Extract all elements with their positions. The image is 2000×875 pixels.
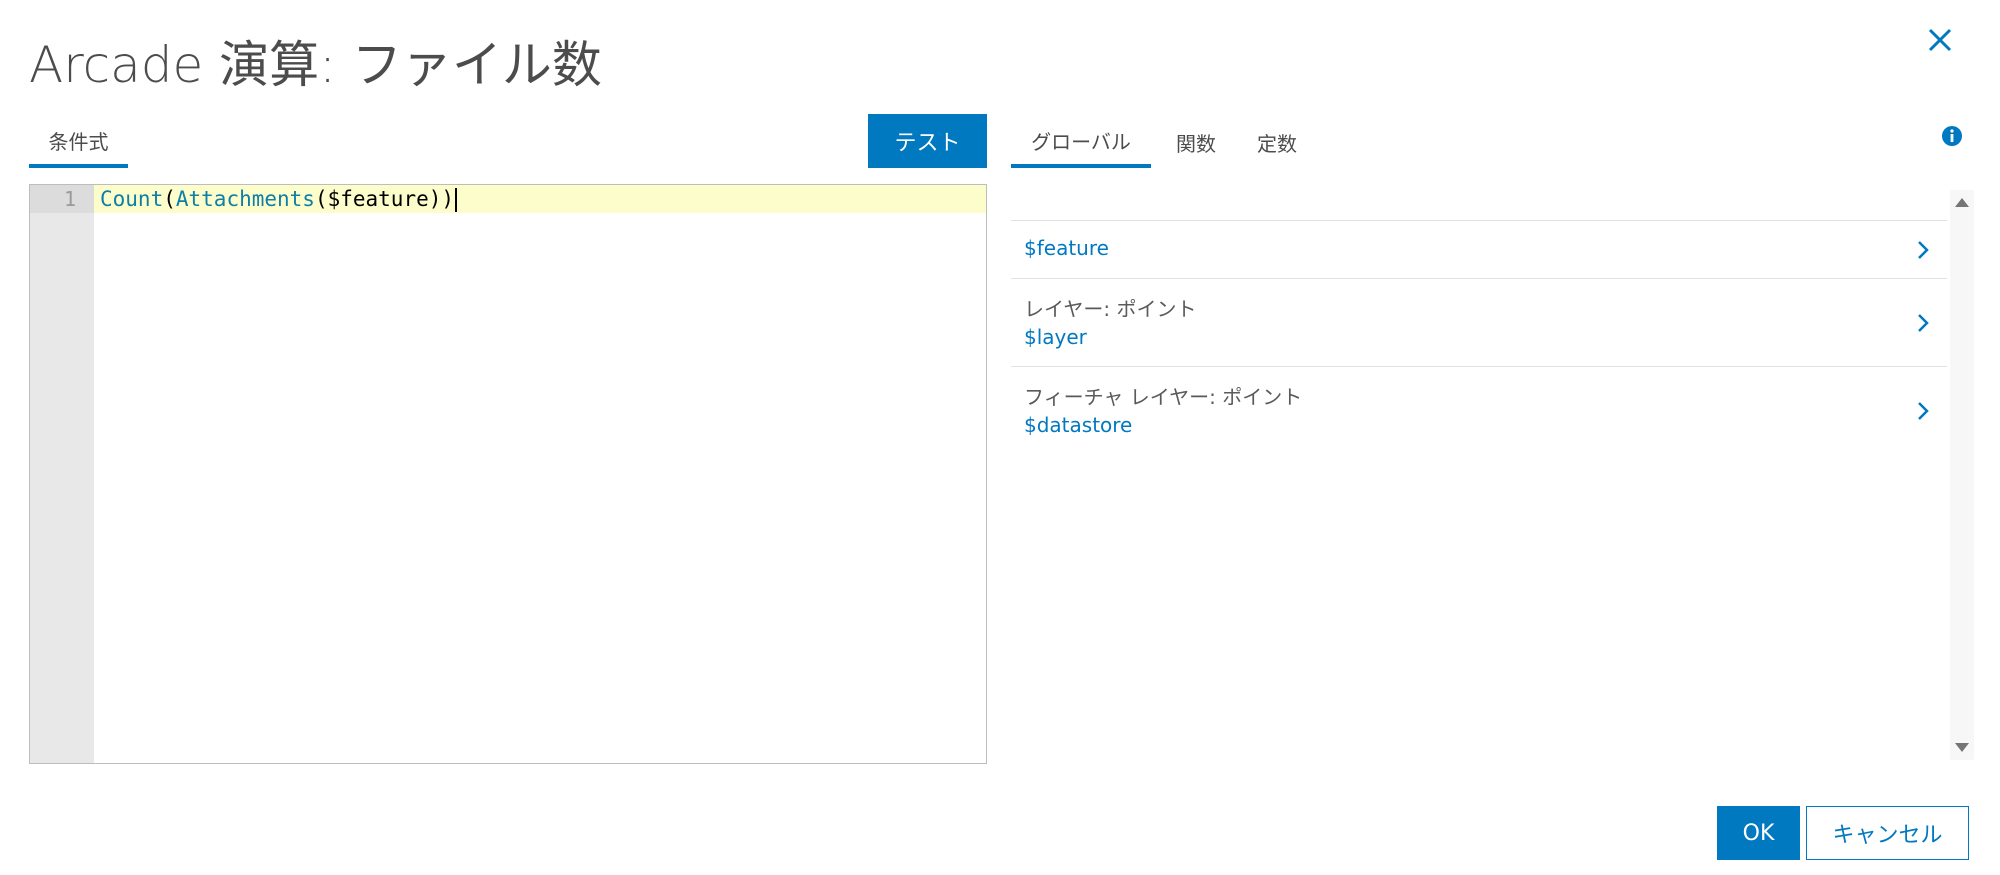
- test-button[interactable]: テスト: [868, 114, 987, 168]
- list-item-datastore[interactable]: フィーチャ レイヤー: ポイント $datastore: [1011, 366, 1947, 454]
- chevron-right-icon: [1915, 399, 1931, 423]
- chevron-right-icon: [1915, 238, 1931, 262]
- global-variable-name: $layer: [1024, 325, 1087, 349]
- tab-expression[interactable]: 条件式: [29, 116, 128, 168]
- info-icon[interactable]: [1941, 125, 1963, 147]
- global-variable-name: $feature: [1024, 236, 1109, 260]
- chevron-right-icon: [1915, 311, 1931, 335]
- globals-list: $feature レイヤー: ポイント $layer フィーチャ レイヤー: ポ…: [1011, 220, 1947, 454]
- global-variable-caption: レイヤー: ポイント: [1024, 297, 1197, 321]
- globals-scrollbar[interactable]: [1950, 190, 1974, 760]
- code-token-attachments: Attachments: [175, 187, 315, 211]
- cancel-button[interactable]: キャンセル: [1806, 806, 1969, 860]
- arcade-expression-dialog: Arcade 演算: ファイル数 条件式 テスト 1 Count(Attachm…: [0, 0, 2000, 875]
- global-variable-name: $datastore: [1024, 413, 1133, 437]
- tab-functions[interactable]: 関数: [1163, 116, 1229, 168]
- code-token-count: Count: [100, 187, 164, 211]
- code-token-feature-args: ($feature)): [314, 187, 455, 211]
- code-line[interactable]: Count(Attachments($feature)): [100, 185, 458, 213]
- line-number: 1: [30, 185, 94, 213]
- ok-button[interactable]: OK: [1717, 806, 1800, 860]
- scroll-down-arrow-icon[interactable]: [1955, 743, 1969, 752]
- list-item-layer[interactable]: レイヤー: ポイント $layer: [1011, 278, 1947, 366]
- close-button[interactable]: [1920, 20, 1960, 60]
- code-token-paren-open: (: [163, 187, 176, 211]
- tab-globals[interactable]: グローバル: [1011, 116, 1151, 168]
- line-number-gutter: [30, 185, 94, 763]
- text-cursor: [455, 188, 458, 212]
- tab-constants[interactable]: 定数: [1245, 116, 1309, 168]
- close-icon: [1920, 20, 1960, 60]
- global-variable-caption: フィーチャ レイヤー: ポイント: [1024, 385, 1303, 409]
- scroll-up-arrow-icon[interactable]: [1955, 198, 1969, 207]
- dialog-title: Arcade 演算: ファイル数: [29, 36, 602, 94]
- list-item-feature[interactable]: $feature: [1011, 220, 1947, 278]
- code-editor[interactable]: 1 Count(Attachments($feature)): [29, 184, 987, 764]
